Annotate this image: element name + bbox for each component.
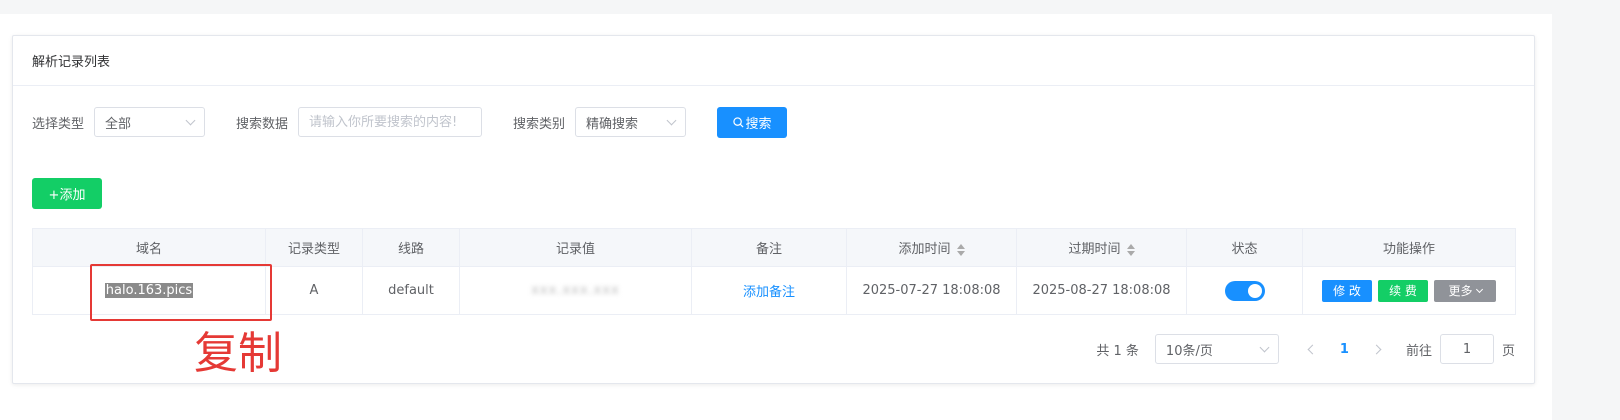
cell-domain: halo.163.pics	[32, 266, 266, 315]
page-suffix: 页	[1501, 343, 1515, 359]
add-time-label: 添加时间	[898, 242, 951, 257]
col-actions: 功能操作	[1302, 228, 1516, 267]
status-toggle[interactable]	[1224, 280, 1265, 301]
category-label: 搜索类别	[513, 116, 566, 132]
col-status: 状态	[1186, 228, 1303, 267]
cell-status	[1186, 266, 1303, 315]
chevron-down-icon	[185, 115, 196, 125]
search-icon	[732, 116, 744, 128]
page-size-value: 10条/页	[1165, 343, 1213, 359]
goto-label: 前往	[1405, 343, 1432, 359]
page-number-current[interactable]: 1	[1340, 342, 1349, 357]
page-size-select[interactable]: 10条/页	[1154, 334, 1279, 364]
search-input[interactable]	[298, 107, 483, 137]
more-label: 更多	[1448, 284, 1473, 298]
panel-title: 解析记录列表	[13, 36, 1534, 86]
next-page-icon[interactable]	[1371, 344, 1382, 354]
search-button-label: 搜索	[745, 116, 772, 132]
table-header-row: 域名 记录类型 线路 记录值 备注 添加时间 过期时间 状态 功能操作	[32, 228, 1516, 267]
search-button[interactable]: 搜索	[717, 106, 788, 138]
col-record-type: 记录类型	[265, 228, 363, 267]
type-select-value: 全部	[105, 116, 132, 132]
add-button[interactable]: +添加	[32, 178, 102, 209]
renew-button[interactable]: 续 费	[1378, 279, 1428, 302]
cell-line: default	[362, 266, 460, 315]
cell-add-time: 2025-07-27 18:08:08	[846, 266, 1017, 315]
sort-icon[interactable]	[956, 243, 965, 256]
total-count: 共 1 条	[1096, 343, 1139, 359]
toggle-knob	[1247, 283, 1262, 298]
cell-remark: 添加备注	[691, 266, 847, 315]
col-domain: 域名	[32, 228, 266, 267]
chevron-down-icon	[1259, 342, 1270, 352]
chevron-down-icon	[1475, 285, 1483, 293]
col-add-time[interactable]: 添加时间	[846, 228, 1017, 267]
copy-annotation: 复制	[194, 328, 282, 379]
expire-time-label: 过期时间	[1068, 242, 1121, 257]
prev-page-icon[interactable]	[1307, 344, 1318, 354]
type-label: 选择类型	[32, 116, 85, 132]
category-select[interactable]: 精确搜索	[575, 107, 687, 137]
domain-text[interactable]: halo.163.pics	[104, 283, 194, 298]
cell-record-type: A	[265, 266, 363, 315]
sort-icon[interactable]	[1126, 243, 1135, 256]
record-value-blurred: xxx.xxx.xxx	[531, 283, 620, 298]
more-button[interactable]: 更多	[1434, 279, 1496, 302]
col-expire-time[interactable]: 过期时间	[1016, 228, 1187, 267]
cell-record-value: xxx.xxx.xxx	[459, 266, 692, 315]
cell-expire-time: 2025-08-27 18:08:08	[1016, 266, 1187, 315]
type-select[interactable]: 全部	[94, 107, 206, 137]
data-label: 搜索数据	[236, 116, 289, 132]
add-remark-link[interactable]: 添加备注	[743, 285, 795, 300]
col-remark: 备注	[691, 228, 847, 267]
chevron-down-icon	[666, 115, 677, 125]
table-row: halo.163.pics A default xxx.xxx.xxx 添加备注…	[32, 266, 1516, 315]
cell-actions: 修 改 续 费 更多	[1302, 266, 1516, 315]
filter-bar: 选择类型 全部 搜索数据 搜索类别 精确搜索 搜索	[32, 106, 788, 138]
records-table: 域名 记录类型 线路 记录值 备注 添加时间 过期时间 状态 功能操作 halo…	[32, 228, 1516, 315]
col-record-value: 记录值	[459, 228, 692, 267]
pagination: 共 1 条 10条/页 1 前往 页	[1096, 334, 1515, 364]
category-select-value: 精确搜索	[586, 116, 639, 132]
edit-button[interactable]: 修 改	[1322, 279, 1372, 302]
col-line: 线路	[362, 228, 460, 267]
goto-page-input[interactable]	[1439, 334, 1494, 364]
